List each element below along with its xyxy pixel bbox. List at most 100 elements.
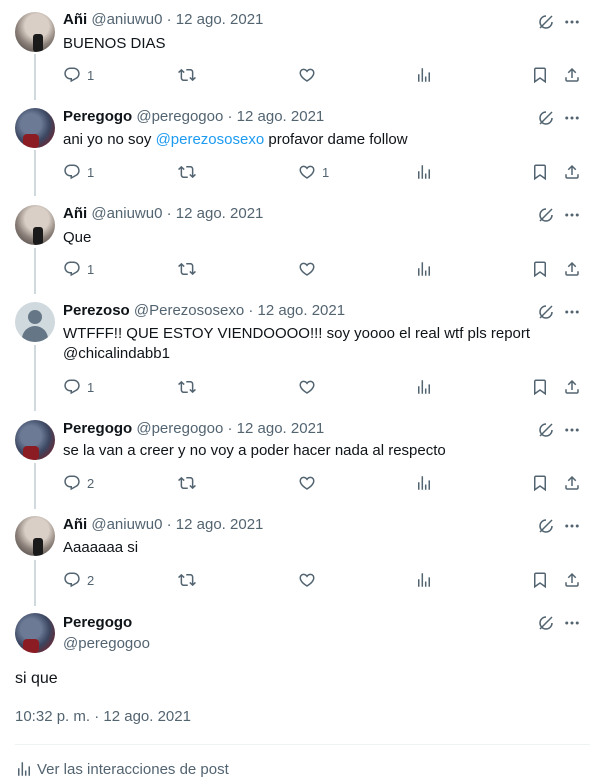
retweet-icon: [178, 68, 196, 82]
views-button[interactable]: [415, 473, 433, 493]
grok-button[interactable]: [537, 614, 555, 632]
more-button[interactable]: [563, 303, 581, 321]
like-count: 1: [322, 164, 330, 180]
bookmark-button[interactable]: [531, 162, 549, 182]
author-handle[interactable]: @aniuwu0: [91, 11, 162, 28]
tweet-actions: 11: [63, 162, 583, 182]
reply-button[interactable]: 2: [63, 570, 94, 590]
tweet-date[interactable]: 12 ago. 2021: [258, 302, 346, 319]
author-name[interactable]: Añi: [63, 205, 87, 222]
author-name[interactable]: Peregogo: [63, 108, 132, 125]
bookmark-icon: [534, 261, 546, 278]
tweet-date[interactable]: 12 ago. 2021: [237, 108, 325, 125]
retweet-button[interactable]: [178, 162, 202, 182]
main-timestamp[interactable]: 10:32 p. m. · 12 ago. 2021: [15, 708, 191, 725]
main-avatar[interactable]: [15, 613, 55, 653]
avatar[interactable]: [15, 12, 55, 52]
share-button[interactable]: [563, 259, 581, 279]
author-name[interactable]: Peregogo: [63, 420, 132, 437]
author-handle[interactable]: @peregogoo: [136, 420, 223, 437]
reply-icon: [64, 572, 80, 588]
share-button[interactable]: [563, 162, 581, 182]
retweet-button[interactable]: [178, 65, 202, 85]
bookmark-button[interactable]: [531, 65, 549, 85]
author-handle[interactable]: @aniuwu0: [91, 205, 162, 222]
author-handle[interactable]: @Perezososexo: [134, 302, 244, 319]
retweet-button[interactable]: [178, 570, 202, 590]
tweet-date[interactable]: 12 ago. 2021: [176, 516, 264, 533]
author-name[interactable]: Añi: [63, 11, 87, 28]
avatar[interactable]: [15, 108, 55, 148]
mention-link[interactable]: @perezososexo: [156, 131, 265, 148]
grok-button[interactable]: [537, 421, 555, 439]
more-icon: [565, 213, 579, 217]
bookmark-button[interactable]: [531, 473, 549, 493]
share-button[interactable]: [563, 65, 581, 85]
retweet-button[interactable]: [178, 473, 202, 493]
reply-icon: [64, 67, 80, 83]
more-icon: [565, 428, 579, 432]
views-button[interactable]: [415, 259, 433, 279]
like-button[interactable]: [298, 65, 322, 85]
retweet-button[interactable]: [178, 377, 202, 397]
reply-button[interactable]: 1: [63, 162, 94, 182]
retweet-button[interactable]: [178, 259, 202, 279]
views-icon: [418, 165, 430, 179]
tweet-actions: 1: [63, 259, 583, 279]
more-button[interactable]: [563, 421, 581, 439]
avatar[interactable]: [15, 302, 55, 342]
like-icon: [299, 262, 315, 276]
like-button[interactable]: [298, 570, 322, 590]
views-button[interactable]: [415, 570, 433, 590]
grok-button[interactable]: [537, 109, 555, 127]
view-interactions-link[interactable]: Ver las interacciones de post: [15, 760, 229, 778]
bookmark-button[interactable]: [531, 377, 549, 397]
tweet-date[interactable]: 12 ago. 2021: [237, 420, 325, 437]
avatar[interactable]: [15, 205, 55, 245]
reply-count: 2: [87, 475, 95, 491]
like-button[interactable]: [298, 473, 322, 493]
more-button[interactable]: [563, 206, 581, 224]
author-handle[interactable]: @aniuwu0: [91, 516, 162, 533]
avatar[interactable]: [15, 516, 55, 556]
tweet-date[interactable]: 12 ago. 2021: [176, 11, 264, 28]
author-name[interactable]: Añi: [63, 516, 87, 533]
author-handle[interactable]: @peregogoo: [136, 108, 223, 125]
grok-button[interactable]: [537, 206, 555, 224]
grok-button[interactable]: [537, 303, 555, 321]
tweet-header: Añi @aniuwu0 · 12 ago. 2021: [63, 516, 263, 533]
reply-button[interactable]: 2: [63, 473, 94, 493]
tweet-actions: 2: [63, 473, 583, 493]
like-button[interactable]: [298, 259, 322, 279]
like-button[interactable]: [298, 377, 322, 397]
bookmark-button[interactable]: [531, 259, 549, 279]
main-author-name[interactable]: Peregogo: [63, 614, 132, 631]
reply-button[interactable]: 1: [63, 259, 94, 279]
more-button[interactable]: [563, 109, 581, 127]
share-button[interactable]: [563, 377, 581, 397]
share-button[interactable]: [563, 570, 581, 590]
author-name[interactable]: Perezoso: [63, 302, 130, 319]
separator: ·: [223, 420, 237, 437]
tweet-date[interactable]: 12 ago. 2021: [176, 205, 264, 222]
grok-button[interactable]: [537, 13, 555, 31]
separator: ·: [162, 11, 176, 28]
reply-button[interactable]: 1: [63, 377, 94, 397]
more-button[interactable]: [563, 13, 581, 31]
more-button[interactable]: [563, 614, 581, 632]
tweet-text: se la van a creer y no voy a poder hacer…: [63, 442, 446, 459]
separator: ·: [244, 302, 258, 319]
avatar[interactable]: [15, 420, 55, 460]
like-button[interactable]: 1: [298, 162, 329, 182]
bookmark-button[interactable]: [531, 570, 549, 590]
more-button[interactable]: [563, 517, 581, 535]
more-icon: [565, 524, 579, 528]
grok-button[interactable]: [537, 517, 555, 535]
views-button[interactable]: [415, 162, 433, 182]
views-button[interactable]: [415, 377, 433, 397]
main-author-handle[interactable]: @peregogoo: [63, 635, 150, 652]
reply-button[interactable]: 1: [63, 65, 94, 85]
share-button[interactable]: [563, 473, 581, 493]
views-button[interactable]: [415, 65, 433, 85]
main-tweet-text: si que: [15, 670, 58, 687]
